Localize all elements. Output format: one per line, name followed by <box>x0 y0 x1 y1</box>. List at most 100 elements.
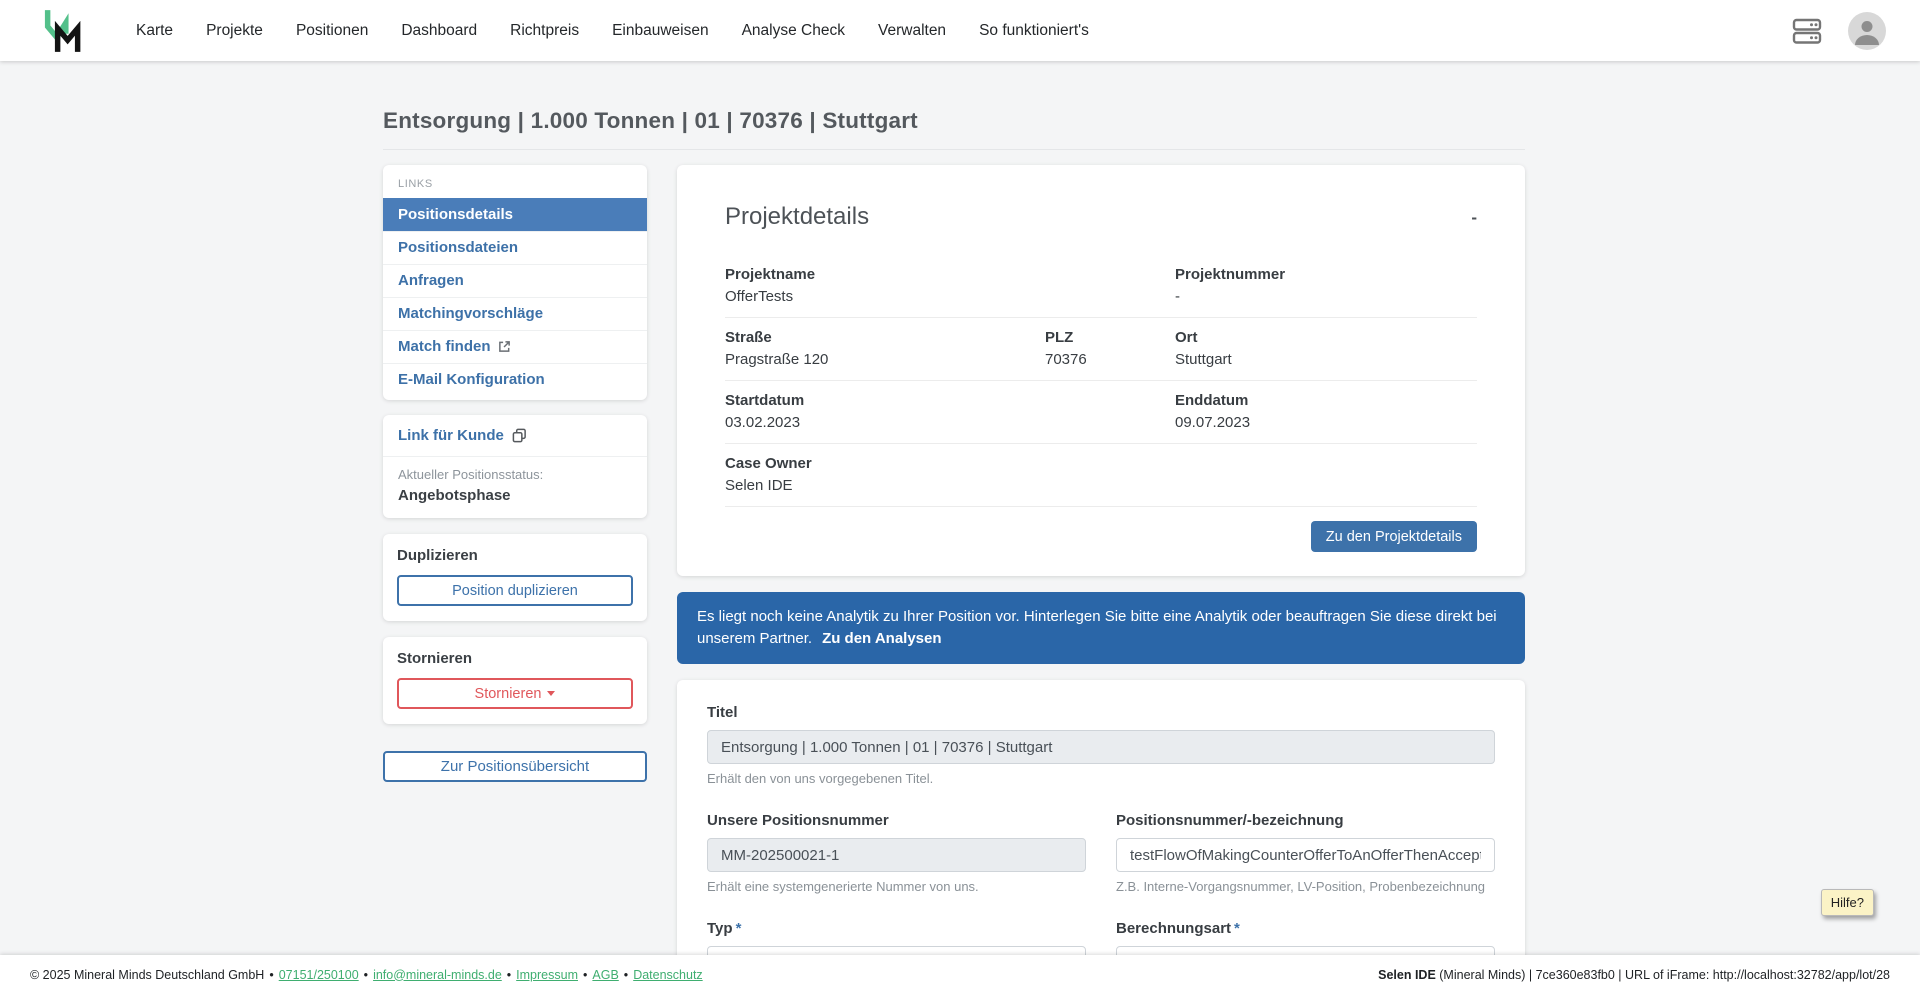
projektnummer-label: Projektnummer <box>1175 266 1286 283</box>
ort-label: Ort <box>1175 329 1198 346</box>
titel-help: Erhält den von uns vorgegebenen Titel. <box>707 771 934 786</box>
cancel-card: Stornieren Stornieren <box>383 637 647 724</box>
typ-label: Typ * <box>707 920 1086 937</box>
separator-dot: • <box>506 967 512 982</box>
enddatum-value: 09.07.2023 <box>1175 414 1251 431</box>
unsere-positionsnummer-help: Erhält eine systemgenerierte Nummer von … <box>707 879 979 894</box>
nav-item-karte[interactable]: Karte <box>136 22 173 40</box>
footer-link-impressum[interactable]: Impressum <box>516 968 578 982</box>
collapse-icon[interactable]: - <box>1471 209 1477 226</box>
titel-input[interactable] <box>707 730 1495 764</box>
position-duplizieren-button[interactable]: Position duplizieren <box>397 575 633 606</box>
mineral-minds-logo-icon <box>44 9 81 52</box>
divider <box>383 456 647 457</box>
detail-row-case-owner: Case Owner Selen IDE <box>725 444 1477 507</box>
sidebar-item-positionsdetails[interactable]: Positionsdetails <box>383 198 647 231</box>
stornieren-dropdown-button[interactable]: Stornieren <box>397 678 633 709</box>
sidebar-item-matchingvorschlaege[interactable]: Matchingvorschläge <box>383 297 647 330</box>
separator-dot: • <box>623 967 629 982</box>
copyright-text: © 2025 Mineral Minds Deutschland GmbH <box>30 967 265 982</box>
ort-value: Stuttgart <box>1175 351 1232 368</box>
footer-link-datenschutz[interactable]: Datenschutz <box>633 968 702 982</box>
positionsnummer-help: Z.B. Interne-Vorgangsnummer, LV-Position… <box>1116 879 1486 894</box>
chevron-down-icon <box>547 691 556 696</box>
zu-den-analysen-link[interactable]: Zu den Analysen <box>822 630 941 647</box>
nav-item-richtpreis[interactable]: Richtpreis <box>510 22 579 40</box>
projektname-label: Projektname <box>725 266 816 283</box>
nav-item-analyse-check[interactable]: Analyse Check <box>742 22 845 40</box>
required-asterisk: * <box>735 920 742 937</box>
main-nav: Karte Projekte Positionen Dashboard Rich… <box>136 22 1089 40</box>
link-fuer-kunde[interactable]: Link für Kunde <box>398 427 527 444</box>
strasse-label: Straße <box>725 329 772 346</box>
position-form-card: Titel Erhält den von uns vorgegebenen Ti… <box>677 680 1525 994</box>
zu-den-projektdetails-button[interactable]: Zu den Projektdetails <box>1310 521 1477 552</box>
cancel-header: Stornieren <box>397 650 473 667</box>
positionsnummer-group: Positionsnummer/-bezeichnung Z.B. Intern… <box>1116 812 1495 894</box>
footer-link-phone[interactable]: 07151/250100 <box>279 968 359 982</box>
sidebar: LINKS Positionsdetails Positionsdateien … <box>383 165 647 782</box>
server-list-icon[interactable] <box>1792 16 1822 46</box>
user-avatar[interactable] <box>1848 11 1886 50</box>
duplicate-card: Duplizieren Position duplizieren <box>383 534 647 621</box>
case-owner-label: Case Owner <box>725 455 812 472</box>
required-asterisk: * <box>1234 920 1240 937</box>
case-owner-value: Selen IDE <box>725 477 793 494</box>
berechnungsart-label: Berechnungsart * <box>1116 920 1495 937</box>
unsere-positionsnummer-group: Unsere Positionsnummer Erhält eine syste… <box>707 812 1086 894</box>
banner-text: Es liegt noch keine Analytik zu Ihrer Po… <box>697 608 1497 647</box>
top-navbar: Karte Projekte Positionen Dashboard Rich… <box>0 0 1920 61</box>
separator-dot: • <box>583 967 588 982</box>
footer-link-email[interactable]: info@mineral-minds.de <box>373 968 502 982</box>
session-details: (Mineral Minds) | 7ce360e83fb0 | URL of … <box>1435 967 1890 982</box>
main-content: Projektdetails - Projektname OfferTests … <box>677 165 1525 994</box>
positionsnummer-label: Positionsnummer/-bezeichnung <box>1116 812 1344 829</box>
links-header: LINKS <box>398 178 433 190</box>
stornieren-label: Stornieren <box>474 685 542 702</box>
session-info: Selen IDE (Mineral Minds) | 7ce360e83fb0… <box>1378 968 1890 982</box>
titel-label: Titel <box>707 704 738 721</box>
sidebar-item-anfragen[interactable]: Anfragen <box>383 264 647 297</box>
projektdetails-card: Projektdetails - Projektname OfferTests … <box>677 165 1525 576</box>
session-user: Selen IDE <box>1378 967 1436 982</box>
sidebar-item-match-finden[interactable]: Match finden <box>383 330 647 363</box>
detail-row-name-nummer: Projektname OfferTests Projektnummer - <box>725 255 1477 318</box>
nav-item-einbauweisen[interactable]: Einbauweisen <box>612 22 709 40</box>
nav-item-so-funktionierts[interactable]: So funktioniert's <box>979 22 1089 40</box>
enddatum-label: Enddatum <box>1175 392 1249 409</box>
sidebar-item-positionsdateien[interactable]: Positionsdateien <box>383 231 647 264</box>
typ-label-text: Typ <box>707 920 733 937</box>
projektnummer-value: - <box>1175 288 1180 305</box>
unsere-positionsnummer-label: Unsere Positionsnummer <box>707 812 889 829</box>
status-badge: Angebotsphase <box>398 487 511 504</box>
brand-logo[interactable] <box>44 8 84 54</box>
link-fuer-kunde-label: Link für Kunde <box>398 427 504 444</box>
zur-positionsuebersicht-button[interactable]: Zur Positionsübersicht <box>383 751 647 782</box>
separator-dot: • <box>269 967 274 982</box>
titel-group: Titel Erhält den von uns vorgegebenen Ti… <box>707 704 1495 786</box>
sidebar-item-label: Positionsdateien <box>398 239 519 256</box>
person-icon <box>1855 20 1879 45</box>
sidebar-item-label: Matchingvorschläge <box>398 305 544 322</box>
nav-item-positionen[interactable]: Positionen <box>296 22 368 40</box>
berechnungsart-label-text: Berechnungsart <box>1116 920 1232 937</box>
plz-label: PLZ <box>1045 329 1074 346</box>
copy-icon <box>512 428 526 443</box>
nav-item-projekte[interactable]: Projekte <box>206 22 263 40</box>
sidebar-item-email-konfiguration[interactable]: E-Mail Konfiguration <box>383 363 647 396</box>
hilfe-button[interactable]: Hilfe? <box>1820 889 1874 916</box>
sidebar-item-label: Positionsdetails <box>398 206 514 223</box>
unsere-positionsnummer-input[interactable] <box>707 838 1086 872</box>
startdatum-label: Startdatum <box>725 392 805 409</box>
status-card: Link für Kunde Aktueller Positionsstatus… <box>383 415 647 518</box>
projektname-value: OfferTests <box>725 288 794 305</box>
nav-item-dashboard[interactable]: Dashboard <box>401 22 477 40</box>
sidebar-item-label: Match finden <box>398 338 491 355</box>
separator-dot: • <box>363 967 369 982</box>
strasse-value: Pragstraße 120 <box>725 351 829 368</box>
external-link-icon <box>498 341 510 352</box>
nav-item-verwalten[interactable]: Verwalten <box>878 22 946 40</box>
positionsnummer-input[interactable] <box>1116 838 1495 872</box>
title-divider <box>383 149 1525 150</box>
footer-link-agb[interactable]: AGB <box>592 968 618 982</box>
